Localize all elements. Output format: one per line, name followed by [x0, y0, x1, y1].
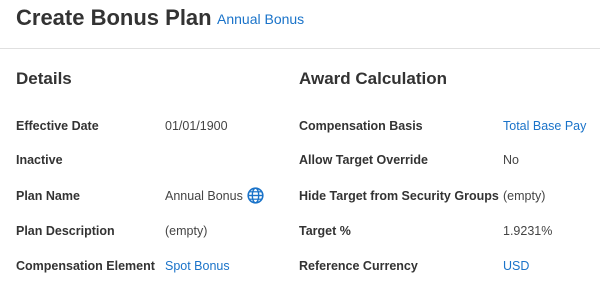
compensation-basis-link[interactable]: Total Base Pay: [503, 117, 586, 135]
allow-target-override-value: No: [503, 153, 519, 167]
reference-currency-label: Reference Currency: [299, 259, 418, 273]
plan-name-value: Annual Bonus: [165, 189, 243, 203]
effective-date-label: Effective Date: [16, 119, 99, 133]
compensation-element-link[interactable]: Spot Bonus: [165, 257, 230, 275]
hide-target-value: (empty): [503, 189, 546, 203]
target-percent-value: 1.9231%: [503, 224, 553, 238]
page-header: Create Bonus Plan Annual Bonus: [0, 0, 600, 49]
plan-name-link[interactable]: Annual Bonus: [217, 10, 304, 28]
hide-target-label: Hide Target from Security Groups: [299, 189, 499, 203]
inactive-label: Inactive: [16, 153, 63, 167]
plan-description-value: (empty): [165, 224, 208, 238]
plan-name-label: Plan Name: [16, 189, 80, 203]
plan-name-value-wrap: Annual Bonus: [165, 187, 264, 205]
plan-description-label: Plan Description: [16, 224, 115, 238]
allow-target-override-label: Allow Target Override: [299, 153, 428, 167]
globe-icon[interactable]: [247, 187, 264, 204]
page-title: Create Bonus Plan: [16, 5, 212, 30]
effective-date-value: 01/01/1900: [165, 119, 228, 133]
target-percent-label: Target %: [299, 224, 351, 238]
award-calculation-section-title: Award Calculation: [299, 69, 447, 88]
compensation-basis-label: Compensation Basis: [299, 119, 423, 133]
reference-currency-link[interactable]: USD: [503, 257, 529, 275]
details-section-title: Details: [16, 69, 72, 88]
compensation-element-label: Compensation Element: [16, 259, 155, 273]
